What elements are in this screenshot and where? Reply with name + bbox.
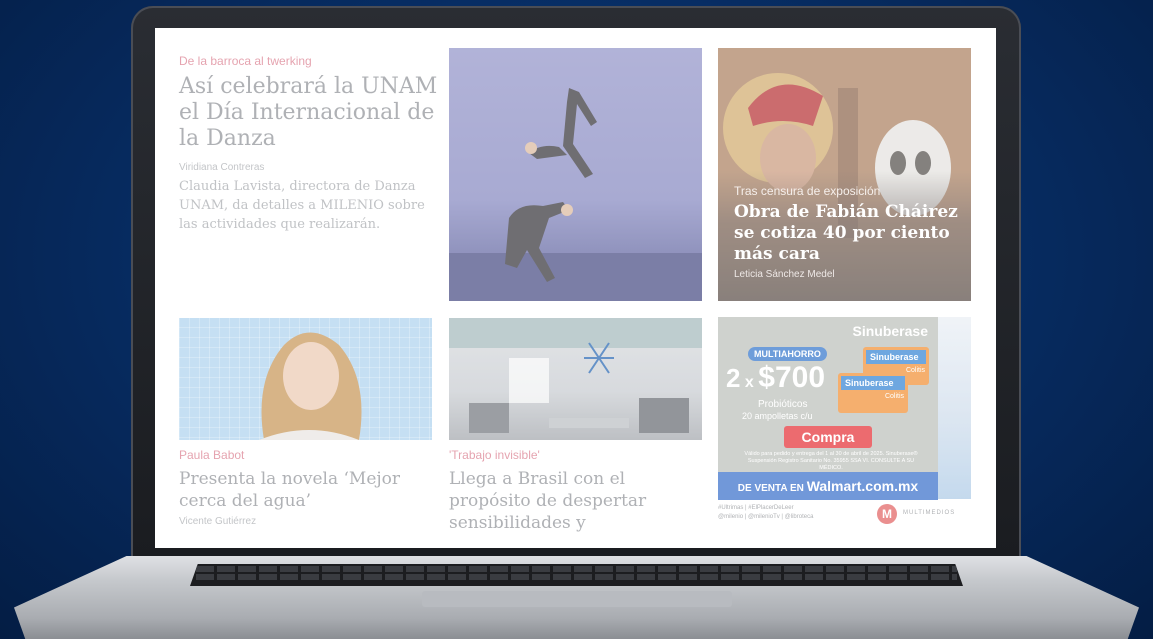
ad-promo-price: $700 [758,361,826,394]
article-headline[interactable]: Presenta la novela ‘Mejor cerca del agua… [179,468,432,512]
product-box-icon: Sinuberase Colitis [838,373,908,413]
ad-multiahorro-badge: MULTIAHORRO [748,347,827,361]
feature-card-chairez[interactable]: Tras censura de exposición Obra de Fabiá… [718,48,971,301]
article-summary: Claudia Lavista, directora de Danza UNAM… [179,179,425,232]
dance-photo[interactable] [449,48,702,301]
multimedios-logo-icon: M [877,504,897,524]
laptop-screen: De la barroca al twerking Así celebrará … [155,28,996,548]
social-tags: #Ultrimas | #ElPlacerDeLeer @milenio | @… [718,504,898,522]
feature-headline[interactable]: Obra de Fabián Cháirez se cotiza 40 por … [734,202,964,265]
ad-footer[interactable]: DE VENTA EN Walmart.com.mx [718,472,938,500]
article-unam-danza[interactable]: De la barroca al twerking Así celebrará … [179,54,441,234]
ad-product: Probióticos [758,399,808,410]
ad-legal-text: Válido para pedido y entrega del 1 al 30… [744,451,918,471]
laptop-keyboard [190,564,963,586]
product-box-sub: Colitis [884,393,904,400]
social-hashtags: #Ultrimas | #ElPlacerDeLeer [718,505,794,511]
feature-text: Tras censura de exposición Obra de Fabiá… [734,184,964,280]
sinuberase-ad[interactable]: Sinuberase MULTIAHORRO 2 x $700 Probióti… [718,317,938,500]
article-headline[interactable]: Llega a Brasil con el propósito de despe… [449,468,702,534]
side-ad-strip [938,317,971,499]
multimedios-text: MULTIMEDIOS [903,510,956,516]
ad-footer-store[interactable]: Walmart.com.mx [807,478,919,494]
feature-kicker: Tras censura de exposición [734,184,881,198]
social-handles: @milenio | @milenioTv | @libroteca [718,514,814,520]
news-page: De la barroca al twerking Así celebrará … [155,28,996,548]
product-box-label: Sinuberase [866,350,926,364]
product-box-label: Sinuberase [841,376,905,390]
ad-quantity: 20 ampolletas c/u [742,411,813,421]
ad-buy-button[interactable]: Compra [784,426,872,448]
article-paula-babot[interactable]: Paula Babot Presenta la novela ‘Mejor ce… [179,448,432,527]
ad-footer-prefix: DE VENTA EN [737,483,804,494]
ad-promo: 2 x $700 [726,361,825,395]
article-byline: Vicente Gutiérrez [179,516,257,527]
laptop-trackpad [422,591,732,607]
ad-promo-x: x [744,374,754,391]
article-trabajo-invisible[interactable]: 'Trabajo invisible' Llega a Brasil con e… [449,448,702,534]
ad-promo-count: 2 [726,363,741,393]
article-kicker: Paula Babot [179,448,245,462]
ad-brand: Sinuberase [852,323,928,339]
article-kicker: 'Trabajo invisible' [449,448,540,462]
installation-photo[interactable] [449,318,702,440]
feature-byline: Leticia Sánchez Medel [734,269,835,280]
article-kicker: De la barroca al twerking [179,54,312,68]
article-headline[interactable]: Así celebrará la UNAM el Día Internacion… [179,74,441,152]
article-byline: Viridiana Contreras [179,162,265,173]
paula-babot-photo[interactable] [179,318,432,440]
